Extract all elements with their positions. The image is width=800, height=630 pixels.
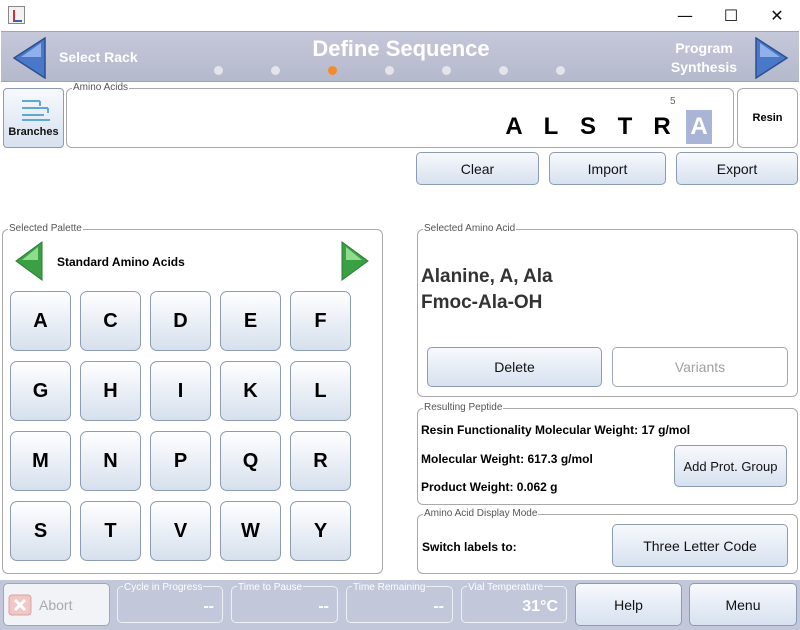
arrow-left-icon [15,241,43,281]
selected-amino-acid-title: Selected Amino Acid [423,223,517,234]
arrow-left-icon [12,36,46,80]
step-dot [442,66,451,75]
status-bar: Abort Cycle in Progress -- Time to Pause… [0,580,800,630]
add-prot-group-button[interactable]: Add Prot. Group [674,445,787,487]
previous-step-label[interactable]: Select Rack [59,49,138,65]
window-titlebar: — ☐ ✕ [0,0,800,31]
cycle-in-progress-label: Cycle in Progress [123,582,204,593]
step-dot [271,66,280,75]
vial-temperature-value: 31°C [522,598,558,615]
time-remaining-box: Time Remaining -- [346,582,453,623]
amino-acids-title: Amino Acids [72,82,130,93]
amino-acid-key[interactable]: C [80,291,141,351]
palette-name: Standard Amino Acids [57,255,185,269]
amino-acid-key[interactable]: A [10,291,71,351]
palette-next-button[interactable] [341,241,369,286]
amino-acid-key[interactable]: L [290,361,351,421]
amino-acid-name: Alanine, A, Ala [421,266,553,287]
time-to-pause-label: Time to Pause [237,582,304,593]
variants-button[interactable]: Variants [612,347,788,387]
next-step-label-line1: Program [675,40,733,56]
time-remaining-value: -- [433,598,444,615]
branches-button[interactable]: Branches [3,88,64,148]
menu-button[interactable]: Menu [689,583,797,626]
amino-acid-key[interactable]: K [220,361,281,421]
time-remaining-label: Time Remaining [352,582,427,593]
amino-acid-key[interactable]: H [80,361,141,421]
switch-labels-text: Switch labels to: [422,540,517,554]
step-dot [385,66,394,75]
step-dot [499,66,508,75]
amino-acid-reagent: Fmoc-Ala-OH [421,292,543,313]
sequence-residue[interactable]: L [538,110,564,144]
sequence-residue[interactable]: S [575,110,601,144]
three-letter-code-button[interactable]: Three Letter Code [612,524,788,567]
amino-acid-key[interactable]: Q [220,431,281,491]
vial-temperature-box: Vial Temperature 31°C [461,582,567,623]
delete-button[interactable]: Delete [427,347,602,387]
amino-acid-key[interactable]: Y [290,501,351,561]
palette-previous-button[interactable] [15,241,43,286]
amino-acid-key[interactable]: I [150,361,211,421]
amino-acid-key[interactable]: W [220,501,281,561]
amino-acid-key[interactable]: P [150,431,211,491]
resin-molecular-weight: Resin Functionality Molecular Weight: 17… [421,423,691,437]
next-step-label[interactable]: Program Synthesis [664,39,744,77]
sequence-residue[interactable]: T [612,110,638,144]
minimize-button[interactable]: — [662,0,708,31]
branches-icon [21,100,50,121]
display-mode-title: Amino Acid Display Mode [423,508,539,519]
page-title: Define Sequence [312,36,490,61]
close-button[interactable]: ✕ [754,0,800,31]
abort-button[interactable]: Abort [3,583,110,626]
amino-acid-key[interactable]: N [80,431,141,491]
import-button[interactable]: Import [549,152,666,185]
step-dot [214,66,223,75]
time-to-pause-value: -- [318,598,329,615]
vial-temperature-label: Vial Temperature [467,582,545,593]
previous-step-button[interactable] [12,36,47,84]
step-dot [328,66,337,75]
sequence-position-marker: 5 [670,96,676,107]
abort-icon [8,594,32,615]
amino-acid-key[interactable]: D [150,291,211,351]
arrow-right-icon [341,241,369,281]
sequence-residue[interactable]: R [649,110,675,144]
time-to-pause-box: Time to Pause -- [231,582,338,623]
wizard-header: Select Rack Define Sequence Program Synt… [1,31,799,82]
step-dot [556,66,565,75]
amino-acid-key[interactable]: E [220,291,281,351]
amino-acid-key[interactable]: F [290,291,351,351]
amino-acid-key[interactable]: G [10,361,71,421]
next-step-button[interactable] [754,36,789,84]
app-icon [8,6,25,24]
molecular-weight: Molecular Weight: 617.3 g/mol [421,452,593,466]
resulting-peptide-title: Resulting Peptide [423,402,504,413]
arrow-right-icon [755,36,789,80]
amino-acid-key[interactable]: R [290,431,351,491]
sequence-residue[interactable]: A [686,110,712,144]
sequence-residue[interactable]: A [501,110,527,144]
amino-acid-key[interactable]: T [80,501,141,561]
clear-button[interactable]: Clear [416,152,539,185]
amino-acid-key[interactable]: M [10,431,71,491]
cycle-in-progress-value: -- [203,598,214,615]
abort-label: Abort [39,596,73,613]
maximize-button[interactable]: ☐ [708,0,754,31]
help-button[interactable]: Help [575,583,682,626]
next-step-label-line2: Synthesis [670,59,738,75]
cycle-in-progress-box: Cycle in Progress -- [117,582,223,623]
amino-acid-key[interactable]: V [150,501,211,561]
product-weight: Product Weight: 0.062 g [421,480,558,494]
amino-acid-key[interactable]: S [10,501,71,561]
export-button[interactable]: Export [676,152,798,185]
selected-palette-title: Selected Palette [8,223,83,234]
resin-label: Resin [752,112,783,124]
branches-label: Branches [8,126,59,138]
resin-button[interactable]: Resin [737,88,798,148]
